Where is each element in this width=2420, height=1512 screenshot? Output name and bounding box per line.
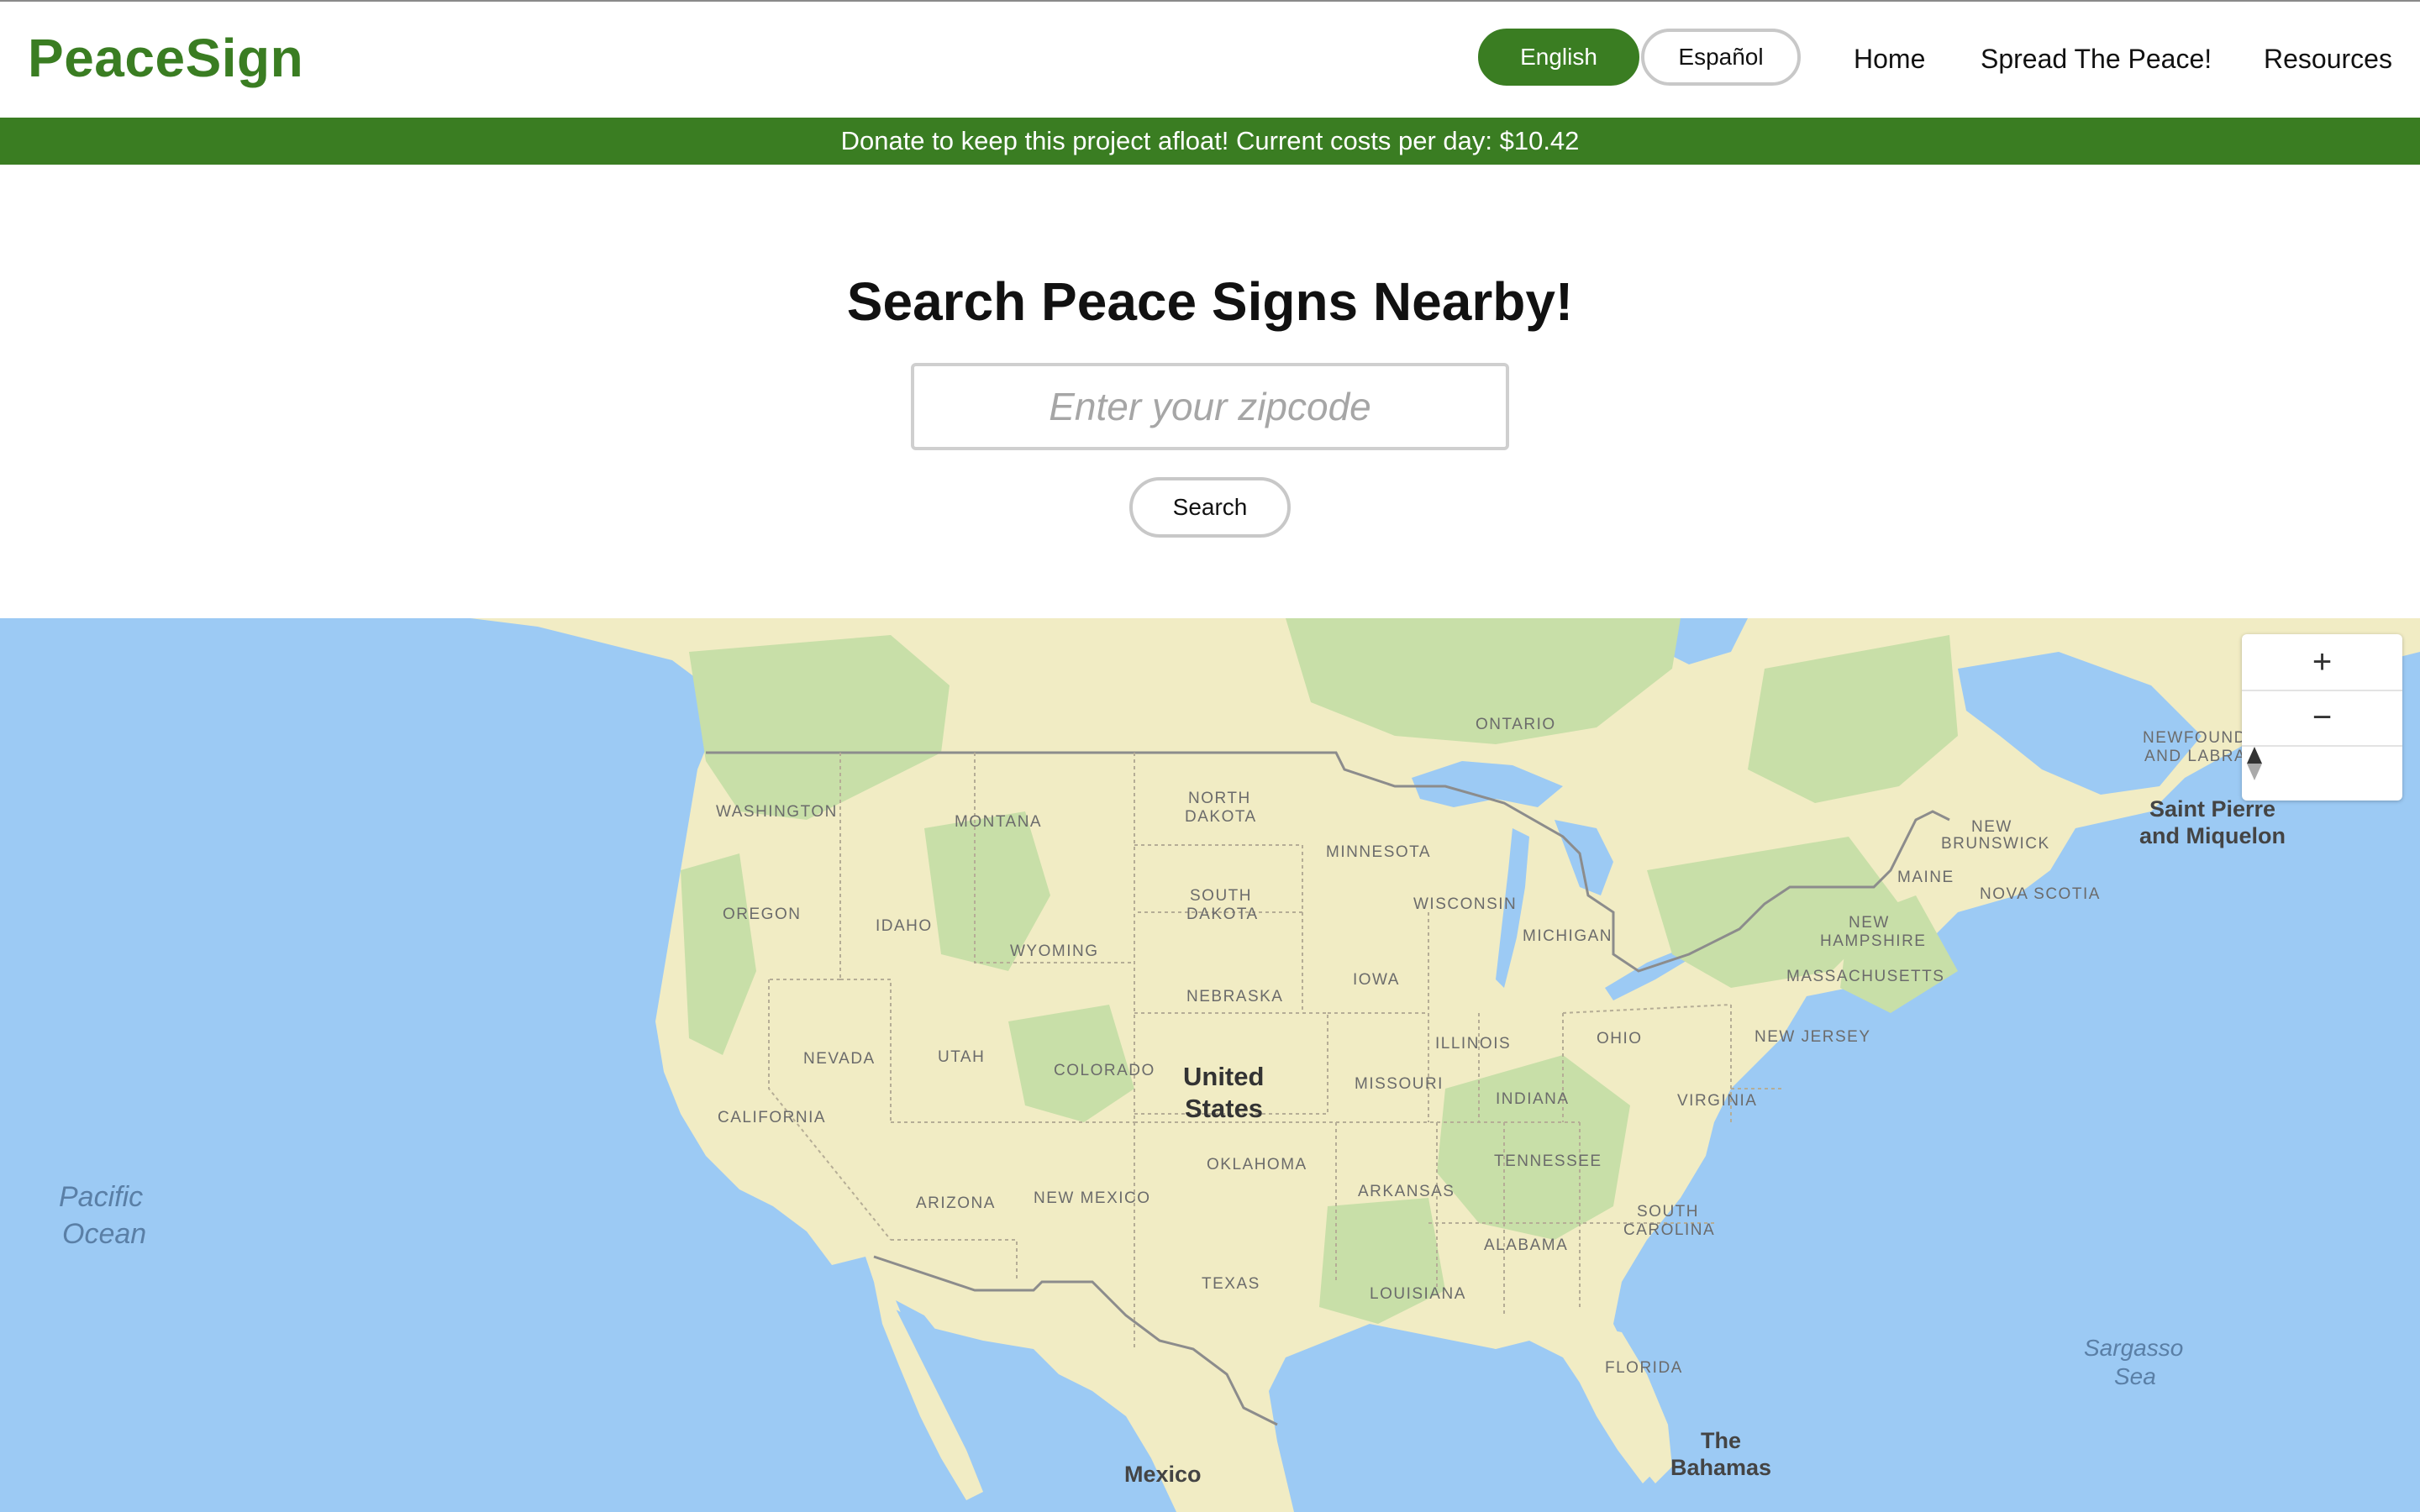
label-united-states-2: States <box>1185 1094 1263 1123</box>
label-arkansas: ARKANSAS <box>1358 1183 1455 1200</box>
label-nevada: NEVADA <box>803 1050 876 1068</box>
label-pacific-ocean-1: Pacific <box>59 1181 143 1213</box>
label-louisiana: LOUISIANA <box>1370 1285 1466 1303</box>
nav-link-spread-the-peace[interactable]: Spread The Peace! <box>1981 44 2212 75</box>
label-utah: UTAH <box>938 1048 985 1066</box>
zoom-out-button[interactable]: − <box>2242 690 2402 747</box>
compass-reset-north-button[interactable] <box>2242 745 2402 801</box>
search-title: Search Peace Signs Nearby! <box>846 271 1574 332</box>
label-sargasso-sea-1: Sargasso <box>2084 1335 2183 1361</box>
donate-banner-text: Donate to keep this project afloat! Curr… <box>840 126 1580 155</box>
language-spanish-button[interactable]: Español <box>1641 29 1801 86</box>
donate-banner[interactable]: Donate to keep this project afloat! Curr… <box>0 118 2420 165</box>
label-florida: FLORIDA <box>1605 1359 1683 1377</box>
label-ontario: ONTARIO <box>1476 716 1556 733</box>
label-virginia: VIRGINIA <box>1677 1092 1757 1110</box>
label-wisconsin: WISCONSIN <box>1413 895 1517 913</box>
top-navbar: PeaceSign English Español Home Spread Th… <box>0 2 2420 118</box>
label-oregon: OREGON <box>723 906 801 923</box>
zipcode-input[interactable] <box>911 363 1509 450</box>
label-new-hampshire-2: HAMPSHIRE <box>1820 932 1926 950</box>
site-logo[interactable]: PeaceSign <box>28 27 303 89</box>
label-north-dakota-2: DAKOTA <box>1185 808 1257 826</box>
label-nebraska: NEBRASKA <box>1186 988 1283 1005</box>
label-colorado: COLORADO <box>1054 1062 1155 1079</box>
map-canvas[interactable]: WASHINGTON OREGON CALIFORNIA IDAHO NEVAD… <box>0 618 2420 1512</box>
label-oklahoma: OKLAHOMA <box>1207 1156 1307 1173</box>
label-california: CALIFORNIA <box>718 1109 826 1126</box>
label-new-hampshire-1: NEW <box>1849 914 1890 932</box>
label-wyoming: WYOMING <box>1010 942 1099 960</box>
label-south-carolina-1: SOUTH <box>1637 1203 1699 1221</box>
label-new-mexico: NEW MEXICO <box>1034 1189 1151 1207</box>
compass-icon <box>2247 747 2262 780</box>
label-missouri: MISSOURI <box>1355 1075 1444 1093</box>
label-new-brunswick-1: NEW <box>1971 818 2012 836</box>
language-english-button[interactable]: English <box>1478 29 1639 86</box>
map-tiles: WASHINGTON OREGON CALIFORNIA IDAHO NEVAD… <box>0 618 2420 1512</box>
label-new-brunswick-2: BRUNSWICK <box>1941 835 2050 853</box>
label-united-states-1: United <box>1183 1062 1264 1091</box>
label-texas: TEXAS <box>1202 1275 1260 1293</box>
label-nova-scotia: NOVA SCOTIA <box>1980 885 2101 903</box>
label-michigan: MICHIGAN <box>1523 927 1612 945</box>
label-bahamas-1: The <box>1701 1428 1741 1453</box>
zoom-in-button[interactable]: + <box>2242 634 2402 691</box>
label-arizona: ARIZONA <box>916 1194 996 1212</box>
label-sargasso-sea-2: Sea <box>2114 1363 2156 1389</box>
label-north-dakota-1: NORTH <box>1188 790 1251 807</box>
map-zoom-controls: + − <box>2242 634 2402 801</box>
nav-link-home[interactable]: Home <box>1854 44 1925 75</box>
nav-link-resources[interactable]: Resources <box>2264 44 2392 75</box>
label-south-dakota-1: SOUTH <box>1190 887 1252 905</box>
label-south-dakota-2: DAKOTA <box>1186 906 1259 923</box>
label-tennessee: TENNESSEE <box>1494 1152 1602 1170</box>
label-idaho: IDAHO <box>876 917 933 935</box>
label-newfoundland-2: AND LABRA <box>2144 748 2246 765</box>
label-massachusetts: MASSACHUSETTS <box>1786 968 1944 985</box>
label-washington: WASHINGTON <box>716 803 838 821</box>
label-alabama: ALABAMA <box>1484 1236 1568 1254</box>
search-button[interactable]: Search <box>1129 477 1291 538</box>
label-illinois: ILLINOIS <box>1435 1035 1511 1053</box>
label-south-carolina-2: CAROLINA <box>1623 1221 1715 1239</box>
label-mexico: Mexico <box>1124 1462 1202 1487</box>
label-saint-pierre-2: and Miquelon <box>2139 823 2286 848</box>
label-newfoundland-1: NEWFOUNDL <box>2143 729 2257 747</box>
label-bahamas-2: Bahamas <box>1670 1455 1771 1480</box>
label-iowa: IOWA <box>1353 971 1400 989</box>
label-montana: MONTANA <box>955 813 1042 831</box>
label-indiana: INDIANA <box>1496 1090 1570 1108</box>
label-new-jersey: NEW JERSEY <box>1754 1028 1871 1046</box>
label-minnesota: MINNESOTA <box>1326 843 1431 861</box>
label-ohio: OHIO <box>1597 1030 1643 1047</box>
label-maine: MAINE <box>1897 869 1954 886</box>
label-pacific-ocean-2: Ocean <box>62 1218 146 1250</box>
